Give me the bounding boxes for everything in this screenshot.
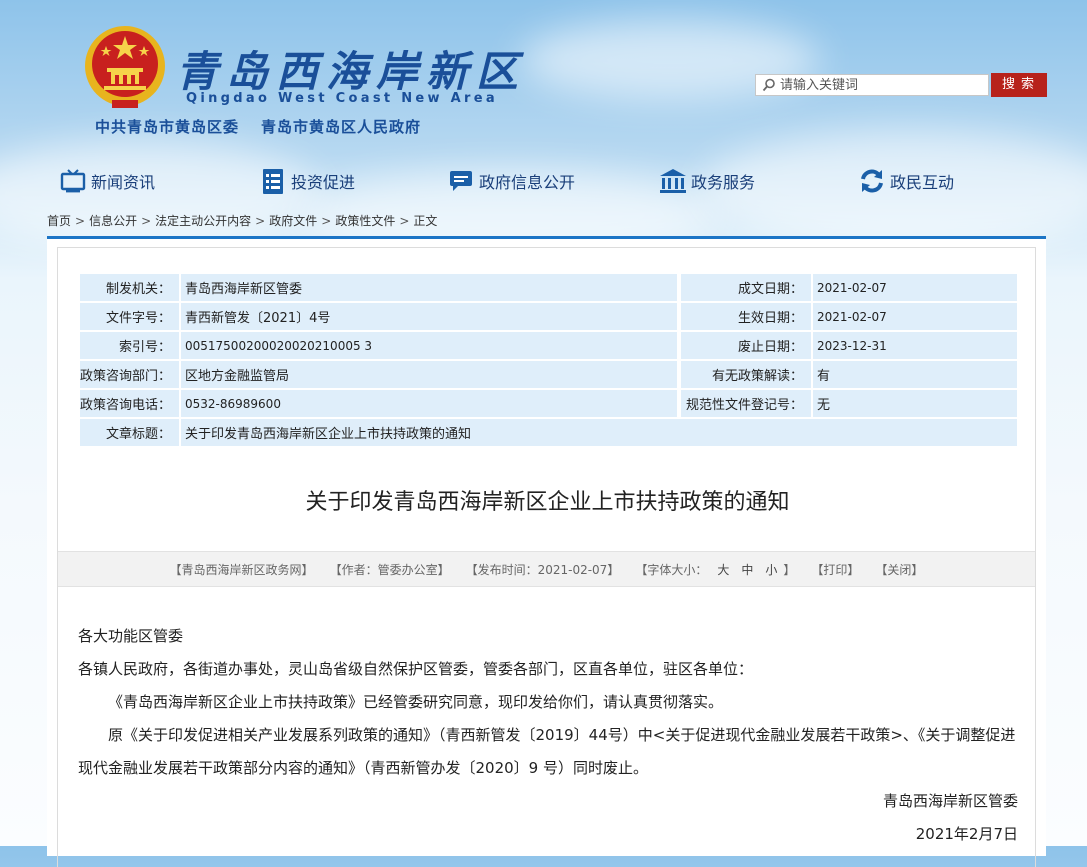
- article-info-bar: 【青岛西海岸新区政务网】 【作者：管委办公室】 【发布时间：2021-02-07…: [58, 551, 1035, 587]
- district-government-label: 青岛市黄岛区人民政府: [261, 118, 422, 136]
- meta-value: 青西新管发〔2021〕4号: [179, 303, 677, 330]
- site-header: 青岛西海岸新区 Qingdao West Coast New Area 中共青岛…: [0, 0, 1087, 150]
- author-label: 【作者：管委办公室】: [329, 562, 450, 577]
- font-size-label: 【字体大小：: [635, 562, 708, 577]
- meta-label: 制发机关：: [80, 274, 179, 301]
- table-row: 文章标题： 关于印发青岛西海岸新区企业上市扶持政策的通知: [80, 419, 1017, 446]
- font-size-large-button[interactable]: 大: [717, 563, 729, 577]
- meta-label: 规范性文件登记号：: [677, 390, 811, 417]
- font-size-small-button[interactable]: 小: [765, 563, 777, 577]
- document-body: 各大功能区管委 各镇人民政府，各街道办事处，灵山岛省级自然保护区管委，管委各部门…: [78, 620, 1018, 851]
- meta-label: 生效日期：: [677, 303, 811, 330]
- meta-label: 政策咨询部门：: [80, 361, 179, 388]
- nav-item-label: 新闻资讯: [91, 173, 156, 192]
- search-input[interactable]: [780, 76, 980, 94]
- meta-label: 文章标题：: [80, 419, 179, 446]
- site-subtitle: 中共青岛市黄岛区委 青岛市黄岛区人民政府: [95, 116, 443, 137]
- document-meta-table: 制发机关： 青岛西海岸新区管委 成文日期： 2021-02-07 文件字号： 青…: [80, 272, 1017, 448]
- table-row: 政策咨询电话： 0532-86989600 规范性文件登记号： 无: [80, 390, 1017, 417]
- document-title: 关于印发青岛西海岸新区企业上市扶持政策的通知: [305, 490, 790, 515]
- meta-label: 文件字号：: [80, 303, 179, 330]
- meta-label: 废止日期：: [677, 332, 811, 359]
- print-button[interactable]: 【打印】: [811, 561, 859, 578]
- font-size-medium-button[interactable]: 中: [741, 563, 753, 577]
- meta-value: 2023-12-31: [811, 332, 1017, 359]
- body-paragraph: 原《关于印发促进相关产业发展系列政策的通知》（青西新管发〔2019〕44号）中<…: [78, 726, 1016, 777]
- breadcrumb-home[interactable]: 首页: [47, 214, 71, 228]
- meta-label: 有无政策解读：: [677, 361, 811, 388]
- nav-item-interaction[interactable]: 政民互动: [858, 163, 954, 199]
- publish-date-label: 【发布时间：2021-02-07】: [465, 562, 620, 577]
- breadcrumb-current: 正文: [413, 214, 438, 228]
- breadcrumb-statutory-content[interactable]: 法定主动公开内容: [155, 214, 251, 228]
- document-list-icon: [259, 166, 287, 196]
- meta-value: 2021-02-07: [811, 303, 1017, 330]
- body-paragraph: 《青岛西海岸新区企业上市扶持政策》已经管委研究同意，现印发给你们，请认真贯彻落实…: [108, 693, 724, 711]
- signature-date: 2021年2月7日: [915, 825, 1018, 843]
- nav-item-label: 政民互动: [890, 173, 955, 192]
- meta-value: 0532-86989600: [179, 390, 677, 417]
- nav-item-label: 政务服务: [691, 173, 756, 192]
- chat-bubble-icon: [447, 166, 475, 196]
- meta-value: 关于印发青岛西海岸新区企业上市扶持政策的通知: [179, 419, 1017, 446]
- content-panel: 制发机关： 青岛西海岸新区管委 成文日期： 2021-02-07 文件字号： 青…: [47, 236, 1046, 867]
- nav-item-label: 政府信息公开: [479, 173, 576, 192]
- main-nav: 新闻资讯 投资促进 政府信息公开 政务服务 政民互动: [0, 163, 1087, 199]
- table-row: 文件字号： 青西新管发〔2021〕4号 生效日期： 2021-02-07: [80, 303, 1017, 330]
- nav-item-services[interactable]: 政务服务: [659, 163, 755, 199]
- source-label: 【青岛西海岸新区政务网】: [169, 562, 314, 577]
- breadcrumb-policy-documents[interactable]: 政策性文件: [335, 214, 395, 228]
- breadcrumb: 首页 > 信息公开 > 法定主动公开内容 > 政府文件 > 政策性文件 > 正文: [47, 212, 437, 229]
- meta-label: 成文日期：: [677, 274, 811, 301]
- breadcrumb-separator: >: [141, 214, 152, 228]
- meta-value: 青岛西海岸新区管委: [179, 274, 677, 301]
- nav-item-investment[interactable]: 投资促进: [259, 163, 355, 199]
- nav-item-gov-info[interactable]: 政府信息公开: [447, 163, 575, 199]
- refresh-cycle-icon: [858, 166, 886, 196]
- meta-value: 无: [811, 390, 1017, 417]
- search-box: [755, 74, 989, 96]
- article-container: 制发机关： 青岛西海岸新区管委 成文日期： 2021-02-07 文件字号： 青…: [57, 247, 1036, 867]
- breadcrumb-separator: >: [321, 214, 332, 228]
- meta-label: 索引号：: [80, 332, 179, 359]
- search-icon: [762, 78, 775, 92]
- breadcrumb-separator: >: [399, 214, 410, 228]
- table-row: 政策咨询部门： 区地方金融监管局 有无政策解读： 有: [80, 361, 1017, 388]
- search-button[interactable]: 搜索: [991, 73, 1047, 97]
- meta-label: 政策咨询电话：: [80, 390, 179, 417]
- breadcrumb-separator: >: [255, 214, 266, 228]
- font-size-end: 】: [783, 562, 796, 577]
- breadcrumb-gov-documents[interactable]: 政府文件: [269, 214, 317, 228]
- meta-value: 2021-02-07: [811, 274, 1017, 301]
- table-row: 索引号： 00517500200020020210005 3 废止日期： 202…: [80, 332, 1017, 359]
- body-paragraph: 各大功能区管委: [78, 627, 184, 645]
- meta-value: 区地方金融监管局: [179, 361, 677, 388]
- close-button[interactable]: 【关闭】: [875, 561, 923, 578]
- breadcrumb-info-disclosure[interactable]: 信息公开: [89, 214, 137, 228]
- party-committee-label: 中共青岛市黄岛区委: [95, 118, 240, 136]
- meta-value: 00517500200020020210005 3: [179, 332, 677, 359]
- breadcrumb-separator: >: [75, 214, 86, 228]
- nav-item-label: 投资促进: [291, 173, 356, 192]
- signature: 青岛西海岸新区管委: [882, 792, 1018, 810]
- meta-value: 有: [811, 361, 1017, 388]
- site-title-english: Qingdao West Coast New Area: [186, 91, 498, 106]
- body-paragraph: 各镇人民政府，各街道办事处，灵山岛省级自然保护区管委，管委各部门，区直各单位，驻…: [78, 660, 754, 678]
- building-icon: [659, 166, 687, 196]
- national-emblem-icon: [85, 26, 165, 108]
- font-size-control: 【字体大小： 大中小】: [635, 561, 795, 578]
- nav-item-news[interactable]: 新闻资讯: [59, 163, 155, 199]
- table-row: 制发机关： 青岛西海岸新区管委 成文日期： 2021-02-07: [80, 274, 1017, 301]
- site-title: 青岛西海岸新区: [176, 47, 527, 96]
- tv-icon: [59, 166, 87, 196]
